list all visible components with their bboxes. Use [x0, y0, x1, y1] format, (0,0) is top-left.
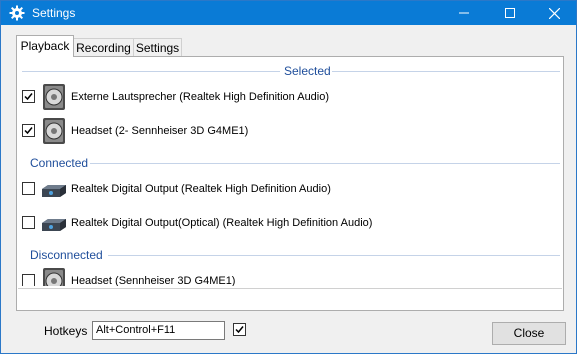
hotkeys-enabled-checkbox[interactable] [233, 323, 246, 336]
device-item[interactable]: Externe Lautsprecher (Realtek High Defin… [18, 82, 562, 112]
settings-window: Settings Playback Recording Settings Sel… [0, 0, 577, 354]
device-label: Headset (2- Sennheiser 3D G4ME1) [71, 125, 249, 137]
digital-output-icon [40, 209, 68, 237]
device-checkbox[interactable] [22, 90, 35, 103]
device-label: Headset (Sennheiser 3D G4ME1) [71, 275, 236, 286]
minimize-icon [459, 8, 469, 18]
device-label: Externe Lautsprecher (Realtek High Defin… [71, 91, 330, 103]
speaker-icon [40, 83, 68, 111]
hotkeys-label: Hotkeys [44, 324, 88, 338]
tab-settings[interactable]: Settings [133, 38, 182, 56]
device-item[interactable]: Headset (Sennheiser 3D G4ME1) [18, 266, 562, 286]
device-item[interactable]: Realtek Digital Output (Realtek High Def… [18, 174, 562, 204]
close-icon [548, 7, 560, 19]
device-label: Realtek Digital Output(Optical) (Realtek… [71, 217, 373, 229]
digital-output-icon [40, 175, 68, 203]
speaker-icon [40, 267, 68, 286]
group-label-disconnected: Disconnected [26, 248, 107, 262]
group-divider [332, 71, 560, 72]
tab-playback[interactable]: Playback [16, 35, 74, 57]
group-header-selected: Selected [18, 62, 562, 80]
horizontal-scroll-area[interactable] [18, 288, 562, 310]
device-list[interactable]: Selected Externe Lautsprecher (Realtek H… [18, 58, 562, 286]
maximize-button[interactable] [487, 1, 533, 25]
device-checkbox[interactable] [22, 182, 35, 195]
group-label-connected: Connected [26, 156, 93, 170]
group-divider [90, 163, 560, 164]
hotkeys-input[interactable]: Alt+Control+F11 [92, 321, 225, 340]
gear-icon [9, 5, 25, 21]
minimize-button[interactable] [441, 1, 487, 25]
device-label: Realtek Digital Output (Realtek High Def… [71, 183, 331, 195]
device-checkbox[interactable] [22, 124, 35, 137]
device-item[interactable]: Headset (2- Sennheiser 3D G4ME1) [18, 116, 562, 146]
group-header-disconnected: Disconnected [18, 246, 562, 264]
speaker-icon [40, 117, 68, 145]
group-label-selected: Selected [280, 64, 335, 78]
title-bar[interactable]: Settings [1, 1, 576, 25]
close-button[interactable]: Close [492, 322, 566, 345]
device-checkbox[interactable] [22, 216, 35, 229]
close-window-button[interactable] [531, 1, 577, 25]
maximize-icon [505, 8, 515, 18]
playback-panel: Selected Externe Lautsprecher (Realtek H… [16, 56, 564, 311]
tab-recording[interactable]: Recording [73, 38, 134, 56]
group-divider [108, 255, 560, 256]
device-checkbox[interactable] [22, 274, 35, 286]
group-divider [22, 71, 280, 72]
window-title: Settings [32, 6, 76, 20]
group-header-connected: Connected [18, 154, 562, 172]
device-item[interactable]: Realtek Digital Output(Optical) (Realtek… [18, 208, 562, 238]
